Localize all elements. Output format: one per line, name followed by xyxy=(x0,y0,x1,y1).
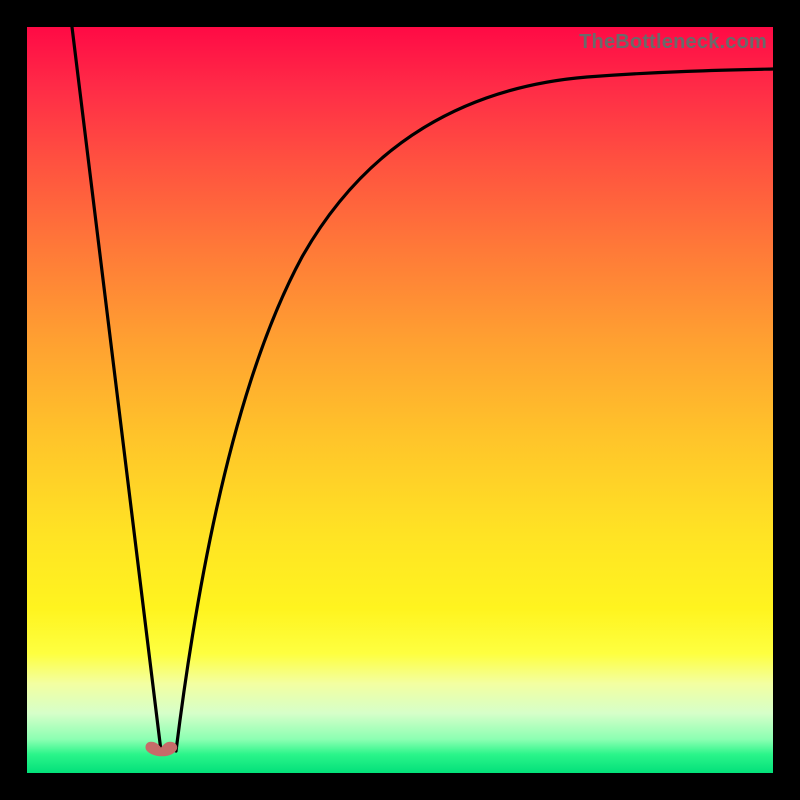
heart-icon xyxy=(144,739,178,757)
curve-left-branch xyxy=(72,27,161,751)
chart-frame: TheBottleneck.com xyxy=(0,0,800,800)
chart-curves xyxy=(27,27,773,773)
heart-marker xyxy=(144,739,178,757)
curve-right-branch xyxy=(176,69,773,751)
chart-plot-area: TheBottleneck.com xyxy=(27,27,773,773)
